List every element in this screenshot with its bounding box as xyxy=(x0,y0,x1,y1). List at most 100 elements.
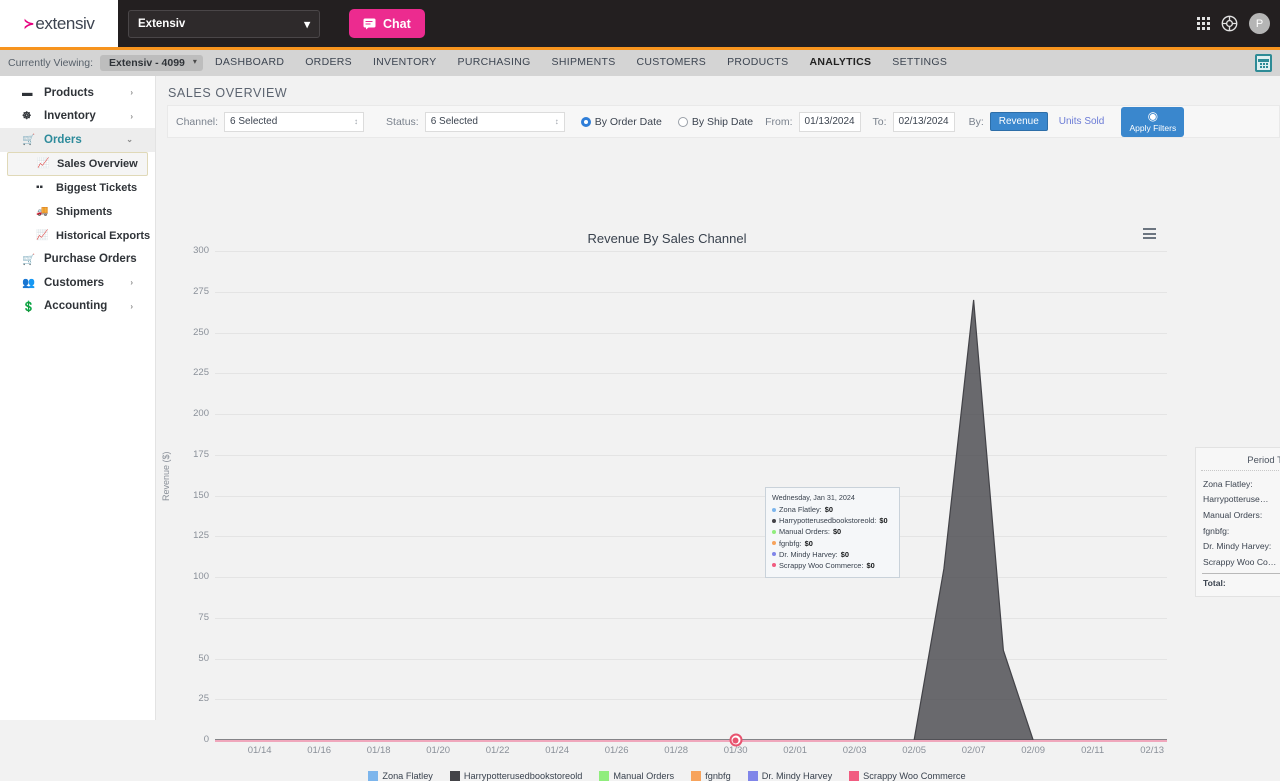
nav-item-settings[interactable]: SETTINGS xyxy=(892,56,947,70)
legend-item[interactable]: Zona Flatley xyxy=(368,771,433,781)
chart-title: Revenue By Sales Channel xyxy=(587,231,747,246)
tooltip-row: Harrypotterusedbookstoreold: $0 xyxy=(772,516,893,525)
nav-item-orders[interactable]: ORDERS xyxy=(305,56,352,70)
tooltip-row: Scrappy Woo Commerce: $0 xyxy=(772,561,893,570)
sidebar-item-orders[interactable]: 🛒 Orders ⌄ xyxy=(0,128,155,152)
stepper-icon: ↕ xyxy=(354,117,359,126)
legend-item[interactable]: Dr. Mindy Harvey xyxy=(747,771,832,781)
chevron-down-icon: ⌄ xyxy=(126,135,133,145)
x-axis-line xyxy=(215,740,1167,742)
radio-by-ship-date[interactable]: By Ship Date xyxy=(677,115,754,128)
sidebar-item-label: Customers xyxy=(44,276,105,289)
sidebar-item-sales-overview[interactable]: 📈 Sales Overview xyxy=(7,151,148,176)
channel-select[interactable]: 6 Selected ↕ xyxy=(224,111,365,132)
ticket-icon: ▪▪ xyxy=(36,182,44,193)
status-label: Status: xyxy=(386,115,419,128)
status-select-value: 6 Selected xyxy=(430,116,478,127)
period-totals-row: Scrappy Woo Co… xyxy=(1203,556,1277,567)
radio-by-order-date[interactable]: By Order Date xyxy=(580,116,662,128)
radio-unselected-icon xyxy=(677,116,688,127)
extensiv-logo[interactable]: ≻ extensiv xyxy=(0,0,118,47)
sidebar-item-historical-exports[interactable]: 📈 Historical Exports xyxy=(0,224,155,248)
sidebar-item-purchase-orders[interactable]: 🛒 Purchase Orders › xyxy=(0,248,155,272)
chat-bubble-icon xyxy=(363,18,376,29)
logo-mark-icon: ≻ xyxy=(23,15,35,31)
hamburger-menu-icon[interactable] xyxy=(1143,228,1156,239)
metric-units-sold-toggle[interactable]: Units Sold xyxy=(1059,116,1105,127)
accounting-icon: 💲 xyxy=(22,300,36,313)
legend-color-swatch xyxy=(849,771,860,781)
nav-item-analytics[interactable]: ANALYTICS xyxy=(807,56,874,78)
period-totals-panel: Period Totals Zona Flatley: Harrypotterus… xyxy=(1195,447,1280,597)
lifebuoy-icon[interactable] xyxy=(1221,15,1238,32)
to-date-input[interactable]: 02/13/2024 xyxy=(892,111,955,132)
chevron-right-icon: › xyxy=(130,278,133,288)
from-label: From: xyxy=(765,115,793,128)
sidebar-item-biggest-tickets[interactable]: ▪▪ Biggest Tickets xyxy=(0,176,155,200)
currently-viewing: Currently Viewing: Extensiv - 4099 xyxy=(0,55,210,71)
chat-button[interactable]: Chat xyxy=(349,9,425,38)
legend-item[interactable]: Harrypotterusedbookstoreold xyxy=(449,771,582,781)
legend-item[interactable]: fgnbfg xyxy=(691,771,731,781)
channel-select-value: 6 Selected xyxy=(230,116,278,127)
x-axis-tick: 01/18 xyxy=(366,745,391,756)
legend-color-swatch xyxy=(449,771,460,781)
calculator-icon[interactable] xyxy=(1255,54,1272,72)
sidebar-item-inventory[interactable]: ☸ Inventory › xyxy=(0,105,155,129)
sidebar-item-shipments[interactable]: 🚚 Shipments xyxy=(0,200,155,224)
org-selector[interactable]: Extensiv ▾ xyxy=(128,9,320,38)
tooltip-series-name: Harrypotterusedbookstoreold: xyxy=(779,516,877,526)
nav-item-inventory[interactable]: INVENTORY xyxy=(373,56,437,70)
truck-icon: 🚚 xyxy=(36,206,49,217)
legend-label: Manual Orders xyxy=(613,771,675,781)
legend-label: Scrappy Woo Commerce xyxy=(863,771,966,781)
legend-color-swatch xyxy=(368,771,379,781)
tooltip-series-name: Dr. Mindy Harvey: xyxy=(779,549,838,559)
by-label: By: xyxy=(968,115,984,128)
period-totals-row: Zona Flatley: xyxy=(1203,478,1253,489)
chevron-right-icon: › xyxy=(130,88,133,98)
x-axis-tick: 01/20 xyxy=(426,745,451,756)
x-axis-tick: 01/16 xyxy=(307,745,332,756)
sidebar-item-products[interactable]: ▬ Products › xyxy=(0,81,155,105)
nav-item-customers[interactable]: CUSTOMERS xyxy=(637,56,707,70)
products-icon: ▬ xyxy=(22,86,33,99)
apply-filters-label: Apply Filters xyxy=(1129,123,1177,133)
chart-plot-area[interactable]: Revenue ($) 0 25 50 75 100 125 150 175 200 225 250… xyxy=(161,245,1167,756)
sidebar-item-customers[interactable]: 👥 Customers › xyxy=(0,271,155,295)
x-axis-tick: 02/01 xyxy=(783,745,808,756)
avatar[interactable]: P xyxy=(1249,13,1270,34)
avatar-initial: P xyxy=(1255,17,1264,30)
nav-item-shipments[interactable]: SHIPMENTS xyxy=(552,56,616,70)
tooltip-series-value: $0 xyxy=(804,538,813,548)
legend-item[interactable]: Manual Orders xyxy=(599,771,674,781)
nav-item-products[interactable]: PRODUCTS xyxy=(727,56,788,70)
inventory-icon: ☸ xyxy=(22,110,32,123)
x-axis-tick: 02/07 xyxy=(961,745,986,756)
tooltip-row: Dr. Mindy Harvey: $0 xyxy=(772,550,893,559)
nav-item-purchasing[interactable]: PURCHASING xyxy=(458,56,531,70)
chart-legend: Zona Flatley Harrypotterusedbookstoreold M… xyxy=(167,771,1167,781)
app-grid-icon[interactable] xyxy=(1197,17,1210,30)
currently-viewing-label: Currently Viewing: xyxy=(8,57,94,69)
status-select[interactable]: 6 Selected ↕ xyxy=(424,111,565,132)
sidebar: ▬ Products › ☸ Inventory › 🛒 Orders ⌄ 📈 … xyxy=(0,76,156,720)
chat-button-label: Chat xyxy=(383,16,411,31)
apply-filters-button[interactable]: ◉ Apply Filters xyxy=(1121,106,1185,137)
legend-item[interactable]: Scrappy Woo Commerce xyxy=(849,771,966,781)
tooltip-row: fgnbfg: $0 xyxy=(772,539,893,548)
currently-viewing-selector[interactable]: Extensiv - 4099 xyxy=(100,55,203,71)
top-bar-actions: P xyxy=(1197,13,1280,34)
metric-revenue-toggle[interactable]: Revenue xyxy=(989,112,1048,131)
sidebar-item-accounting[interactable]: 💲 Accounting › xyxy=(0,295,155,319)
nav-item-dashboard[interactable]: DASHBOARD xyxy=(215,56,284,70)
page-title: SALES OVERVIEW xyxy=(168,86,288,100)
tooltip-series-value: $0 xyxy=(824,505,833,514)
data-point-marker[interactable] xyxy=(729,733,743,747)
x-axis-tick: 01/22 xyxy=(485,745,510,756)
org-selector-value: Extensiv xyxy=(138,17,186,30)
play-circle-icon: ◉ xyxy=(1147,109,1159,123)
chart-bar-icon: 📈 xyxy=(37,158,50,169)
radio-by-ship-date-label: By Ship Date xyxy=(691,115,754,128)
from-date-input[interactable]: 01/13/2024 xyxy=(798,111,861,132)
